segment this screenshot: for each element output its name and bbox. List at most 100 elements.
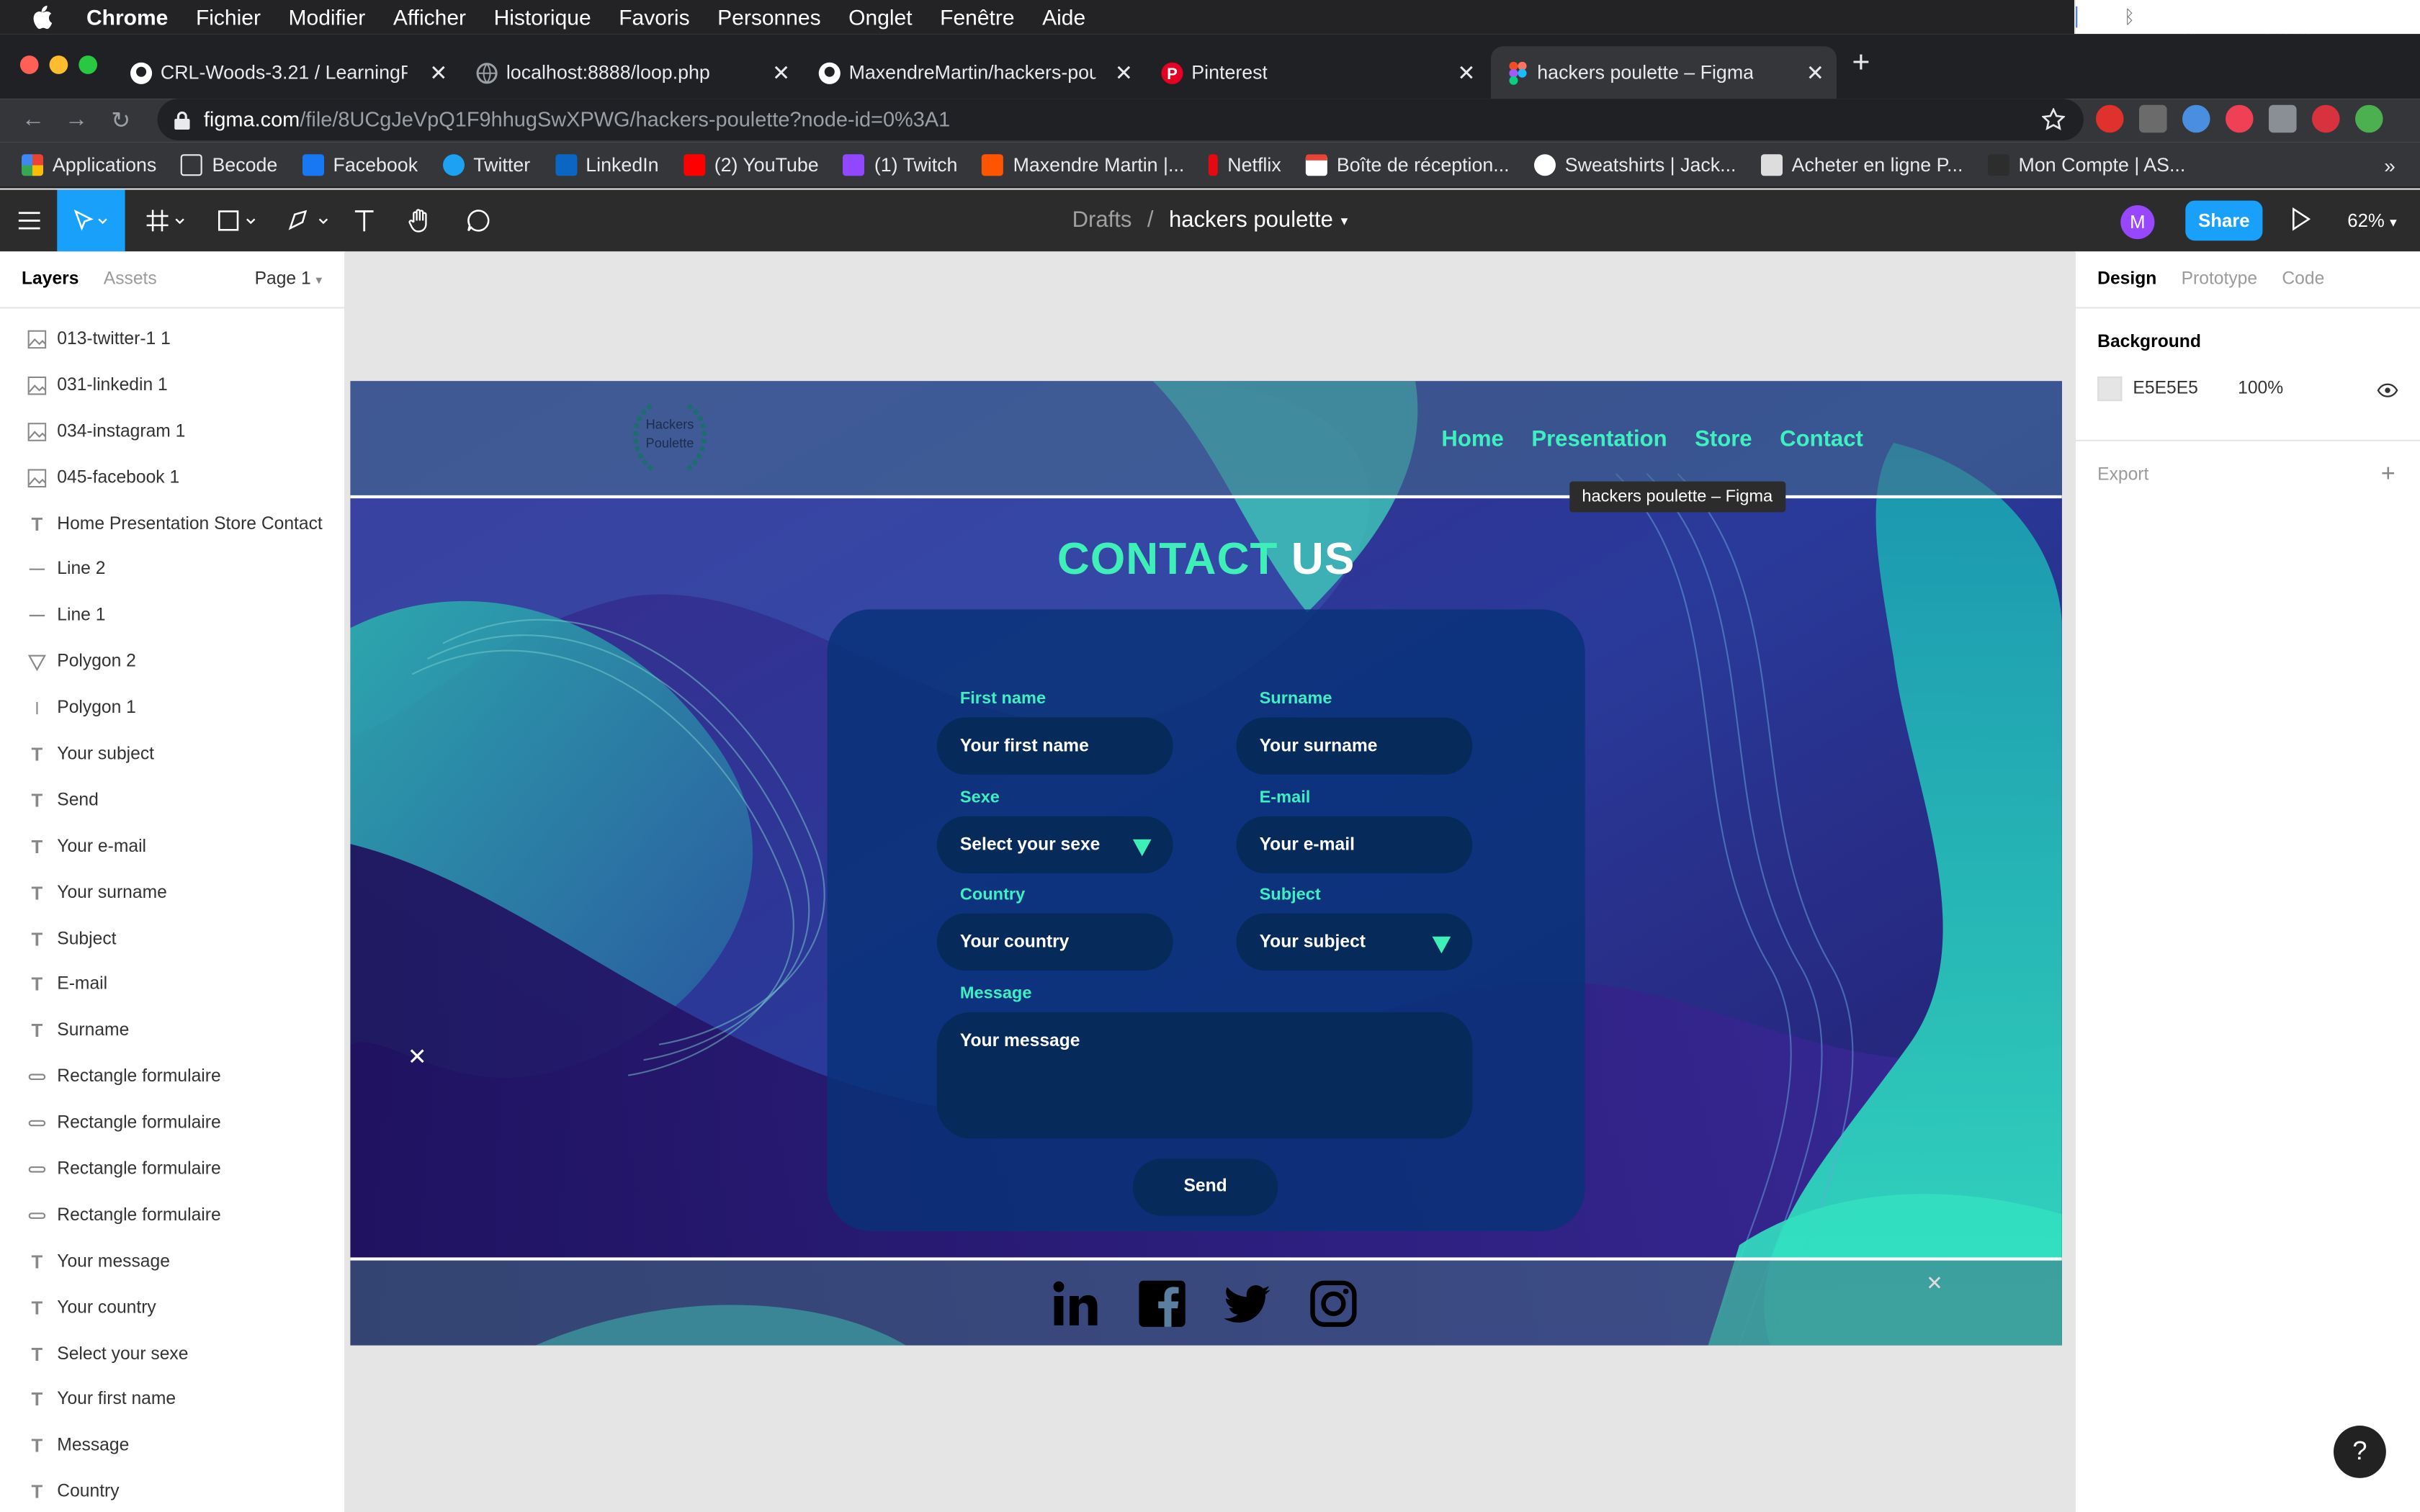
menu-fichier[interactable]: Fichier <box>196 4 261 29</box>
bookmark-netflix[interactable]: Netflix <box>1209 153 1281 176</box>
menu-historique[interactable]: Historique <box>494 4 591 29</box>
extension-badge-icon[interactable] <box>2312 104 2340 133</box>
menu-modifier[interactable]: Modifier <box>289 4 366 29</box>
zoom-menu[interactable]: 62% ▾ <box>2347 210 2396 231</box>
help-button[interactable]: ? <box>2334 1425 2386 1478</box>
bookmark-soundcloud[interactable]: Maxendre Martin |... <box>982 153 1184 176</box>
layer-row[interactable]: T Your country <box>0 1284 344 1331</box>
control-center-icon[interactable]: ☰ <box>2401 4 2420 28</box>
share-button[interactable]: Share <box>2185 200 2263 241</box>
tab-layers[interactable]: Layers <box>22 270 79 289</box>
layer-row[interactable]: 034-instagram 1 <box>0 408 344 454</box>
bookmark-twitter[interactable]: Twitter <box>442 153 530 176</box>
bookmark-twitch[interactable]: (1) Twitch <box>843 153 957 176</box>
layer-row[interactable]: 031-linkedin 1 <box>0 362 344 408</box>
tab-github-learning[interactable]: CRL-Woods-3.21 / LearningPat ✕ <box>115 46 460 99</box>
layer-row[interactable]: T Your subject <box>0 732 344 778</box>
bookmark-applications[interactable]: Applications <box>22 153 156 176</box>
menu-app-name[interactable]: Chrome <box>86 4 168 29</box>
layer-row[interactable]: T Your message <box>0 1238 344 1284</box>
menu-favoris[interactable]: Favoris <box>619 4 689 29</box>
minimize-window-button[interactable] <box>49 55 68 74</box>
new-tab-button[interactable]: + <box>1852 46 1870 81</box>
close-window-button[interactable] <box>19 55 39 74</box>
layer-row[interactable]: 013-twitter-1 1 <box>0 316 344 362</box>
site-logo[interactable]: Hackers Poulette <box>624 397 717 480</box>
bookmark-asos[interactable]: Mon Compte | AS... <box>1987 153 2185 176</box>
layer-row[interactable]: Rectangle formulaire <box>0 1192 344 1238</box>
file-name-menu[interactable]: hackers poulette <box>1169 208 1333 233</box>
extension-green-icon[interactable] <box>2355 104 2383 133</box>
linkedin-icon[interactable] <box>1051 1279 1101 1328</box>
docker-icon[interactable] <box>2098 6 2102 28</box>
nav-store[interactable]: Store <box>1695 428 1752 452</box>
twitter-icon[interactable] <box>1222 1279 1272 1328</box>
breadcrumb-drafts[interactable]: Drafts <box>1072 208 1132 233</box>
menu-onglet[interactable]: Onglet <box>848 4 912 29</box>
layer-row[interactable]: Rectangle formulaire <box>0 1146 344 1192</box>
present-play-icon[interactable] <box>2290 207 2312 231</box>
nav-contact[interactable]: Contact <box>1780 428 1863 452</box>
subject-select[interactable]: Your subject <box>1236 913 1473 971</box>
design-frame[interactable]: Hackers Poulette Home Presentation Store… <box>350 381 2062 1346</box>
layer-row[interactable]: T Send <box>0 778 344 824</box>
user-avatar[interactable]: M <box>2120 205 2155 240</box>
wifi-icon[interactable] <box>2156 6 2158 28</box>
tab-figma-active[interactable]: hackers poulette – Figma ✕ <box>1491 46 1837 99</box>
add-export-icon[interactable]: + <box>2381 462 2396 490</box>
eye-visibility-icon[interactable] <box>2377 382 2398 397</box>
bookmarks-overflow-button[interactable]: » <box>2384 154 2396 177</box>
belgium-flag-icon[interactable] <box>2333 8 2334 26</box>
close-tab-icon[interactable]: ✕ <box>429 60 447 86</box>
layer-row[interactable]: T Home Presentation Store Contact <box>0 500 344 546</box>
bookmark-facebook[interactable]: Facebook <box>302 153 418 176</box>
extension-pocket-icon[interactable] <box>2226 104 2254 133</box>
layer-row[interactable]: T Your e-mail <box>0 824 344 870</box>
apple-icon[interactable] <box>28 4 56 30</box>
spotlight-search-icon[interactable] <box>2355 6 2357 28</box>
message-textarea[interactable]: Your message <box>936 1012 1473 1139</box>
country-field[interactable]: Your country <box>936 913 1173 971</box>
layer-row[interactable]: Polygon 2 <box>0 639 344 685</box>
polygon-close-icon[interactable]: ✕ <box>1926 1272 1942 1296</box>
bookmark-shop[interactable]: Acheter en ligne P... <box>1760 153 1963 176</box>
background-opacity[interactable]: 100% <box>2238 379 2283 398</box>
bookmark-gmail[interactable]: Boîte de réception... <box>1306 153 1510 176</box>
close-tab-icon[interactable]: ✕ <box>1806 60 1824 86</box>
tab-github-hackers[interactable]: MaxendreMartin/hackers-poul ✕ <box>802 46 1145 99</box>
layer-row[interactable]: T Your first name <box>0 1377 344 1423</box>
bookmark-youtube[interactable]: (2) YouTube <box>683 153 819 176</box>
bookmark-star-icon[interactable] <box>2042 108 2066 131</box>
menu-fenetre[interactable]: Fenêtre <box>940 4 1014 29</box>
tab-pinterest[interactable]: P Pinterest ✕ <box>1145 46 1488 99</box>
bookmark-jack[interactable]: Sweatshirts | Jack... <box>1533 153 1736 176</box>
close-tab-icon[interactable]: ✕ <box>772 60 790 86</box>
layer-row[interactable]: Rectangle formulaire <box>0 1054 344 1100</box>
bluetooth-icon[interactable]: ᛒ <box>2124 6 2135 28</box>
maximize-window-button[interactable] <box>79 55 97 74</box>
tab-code[interactable]: Code <box>2282 270 2324 289</box>
siri-icon[interactable] <box>2378 5 2380 29</box>
tab-assets[interactable]: Assets <box>104 270 157 289</box>
instagram-icon[interactable] <box>1309 1279 1358 1328</box>
first-name-field[interactable]: Your first name <box>936 717 1173 775</box>
layer-row[interactable]: T Subject <box>0 916 344 962</box>
menu-afficher[interactable]: Afficher <box>393 4 466 29</box>
tab-design[interactable]: Design <box>2097 270 2156 289</box>
extension-adblock-icon[interactable] <box>2096 104 2124 133</box>
extension-gamepad-icon[interactable] <box>2182 104 2210 133</box>
close-tab-icon[interactable]: ✕ <box>1115 60 1133 86</box>
layer-row[interactable]: T Message <box>0 1423 344 1470</box>
bookmark-linkedin[interactable]: LinkedIn <box>555 153 659 176</box>
layer-row[interactable]: T Your surname <box>0 870 344 916</box>
battery-icon[interactable] <box>2223 8 2233 26</box>
background-hex[interactable]: E5E5E5 <box>2133 379 2238 398</box>
layer-row[interactable]: Line 1 <box>0 593 344 639</box>
facebook-icon[interactable] <box>1137 1279 1187 1328</box>
polygon-close-icon[interactable]: ✕ <box>408 1043 427 1071</box>
layer-row[interactable]: Rectangle formulaire <box>0 1100 344 1146</box>
layer-row[interactable]: Polygon 1 <box>0 685 344 732</box>
bookmark-becode[interactable]: Becode <box>181 153 277 176</box>
figma-canvas[interactable]: Hackers Poulette Home Presentation Store… <box>346 251 2074 1512</box>
layer-row[interactable]: T Surname <box>0 1008 344 1054</box>
